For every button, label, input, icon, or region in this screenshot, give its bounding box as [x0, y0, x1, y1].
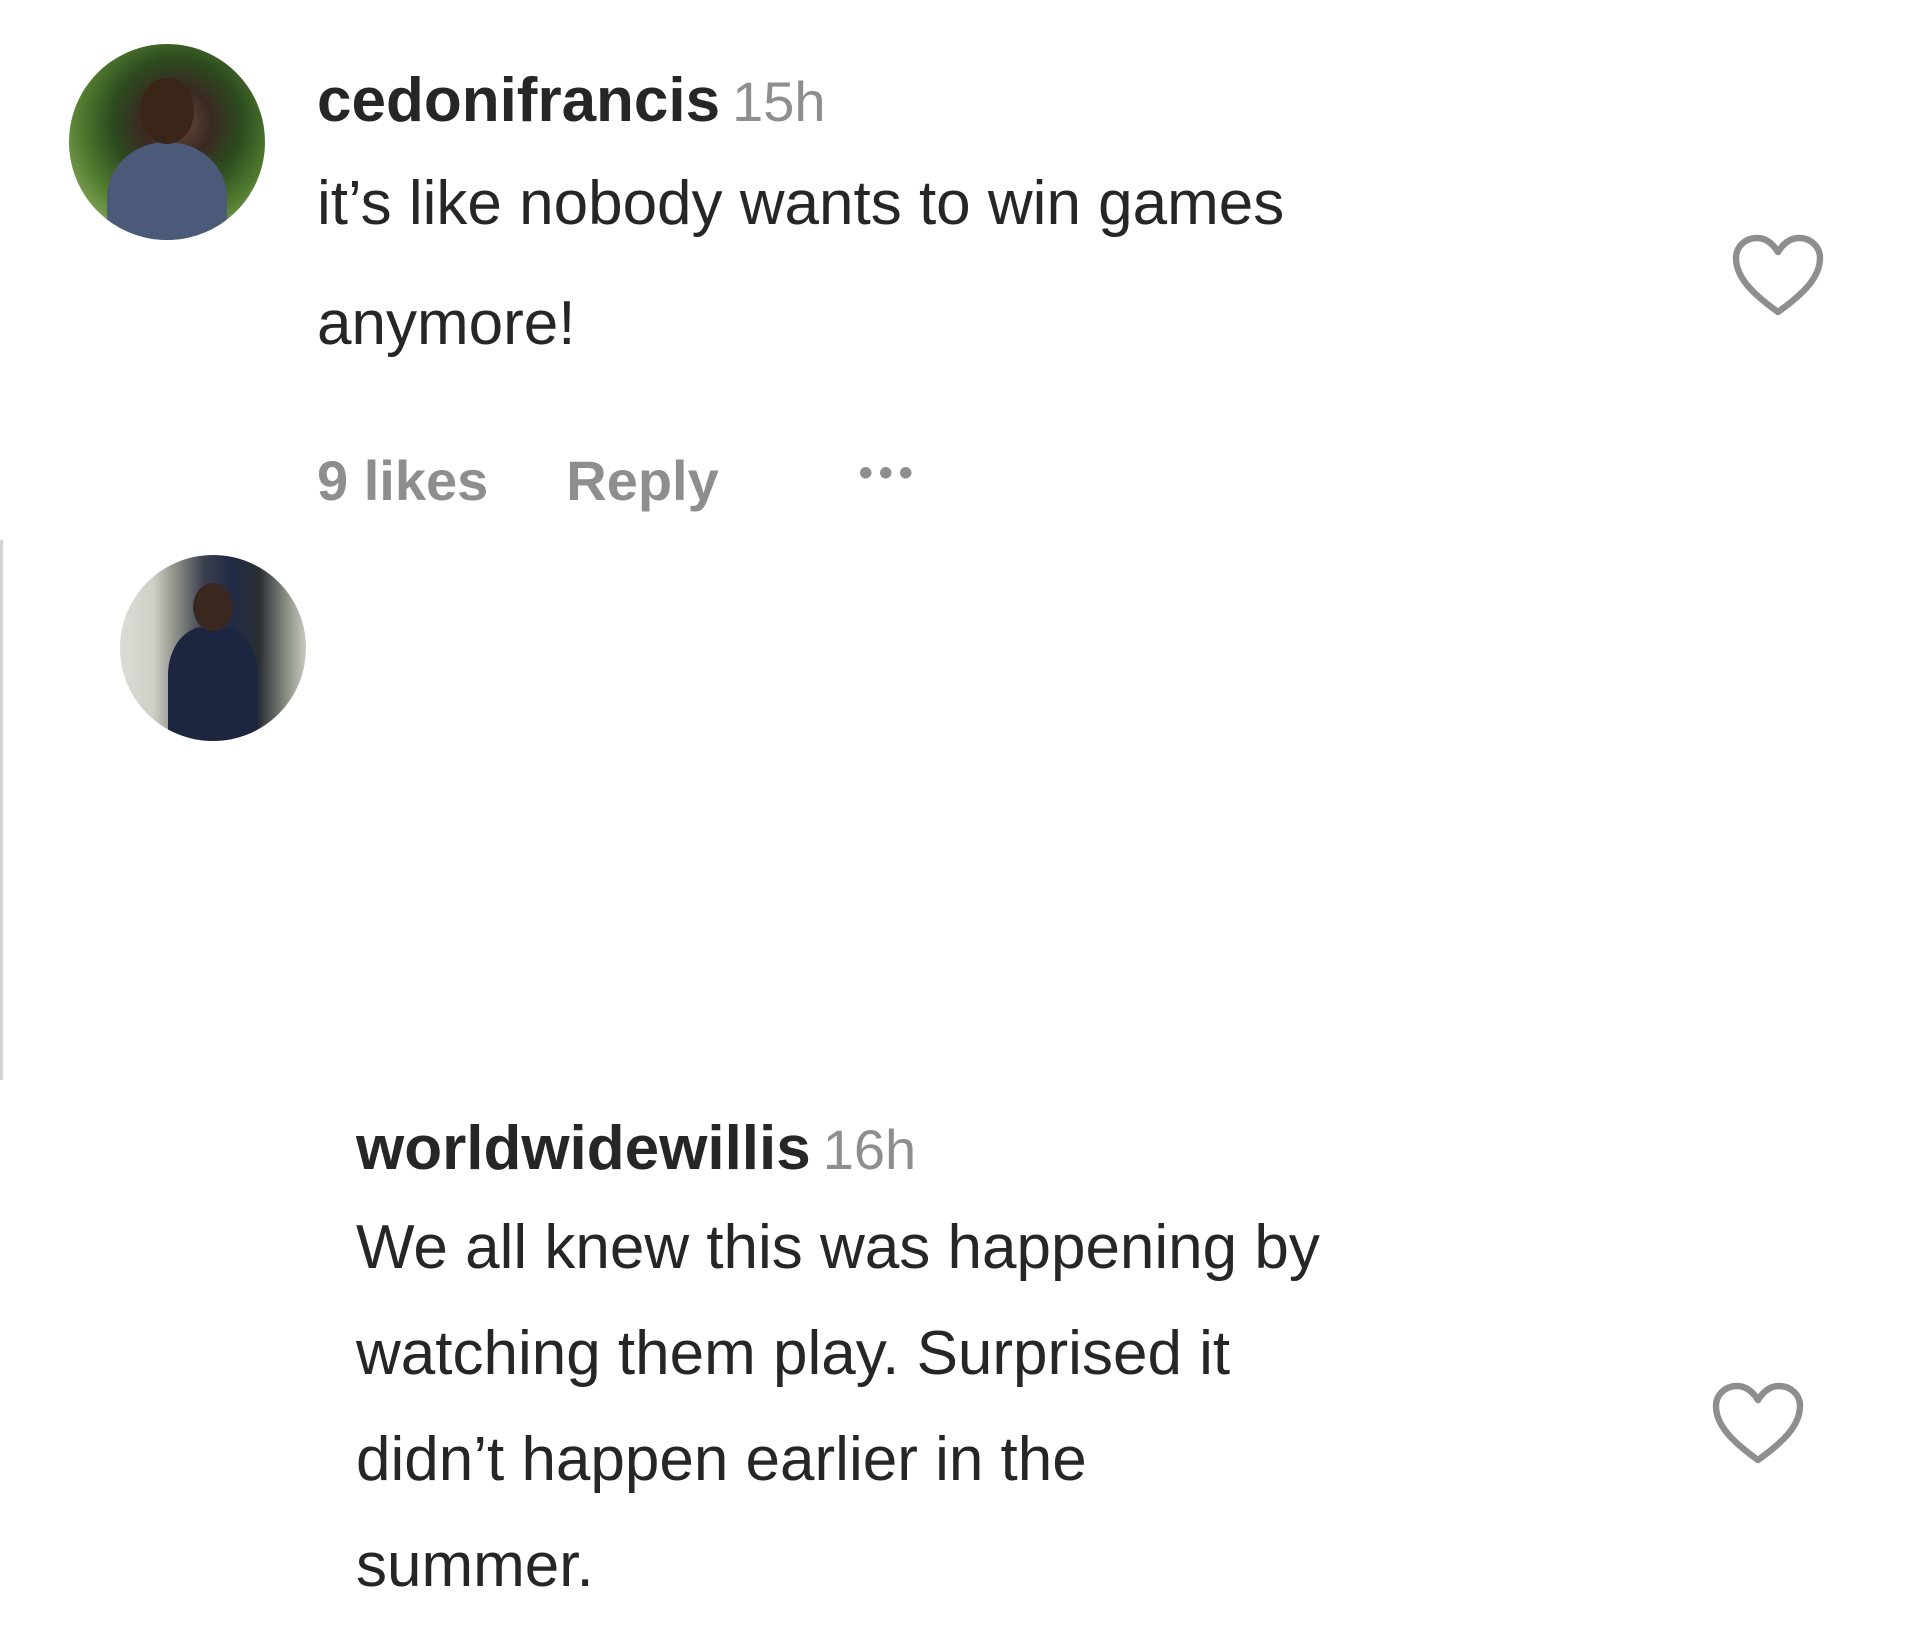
- reply-button[interactable]: Reply: [566, 453, 719, 509]
- comment-text: it’s like nobody wants to win games anym…: [317, 173, 1697, 413]
- comment-header: worldwidewillis 16h: [356, 1118, 916, 1180]
- avatar-figure-body: [168, 627, 258, 741]
- avatar-figure-head: [193, 583, 233, 631]
- timestamp[interactable]: 15h: [732, 70, 825, 133]
- comment-header: cedonifrancis 15h: [317, 70, 826, 132]
- avatar-figure-head: [140, 78, 194, 144]
- comment-item: cedonifrancis 15h it’s like nobody wants …: [0, 0, 1920, 535]
- avatar[interactable]: [69, 44, 265, 240]
- timestamp[interactable]: 16h: [823, 1118, 916, 1181]
- more-options-icon[interactable]: •••: [859, 453, 919, 493]
- reply-comment-item: worldwidewillis 16h We all knew this was …: [0, 540, 1920, 1597]
- heart-outline-icon[interactable]: [1730, 232, 1826, 318]
- avatar[interactable]: [120, 555, 306, 741]
- username-link[interactable]: worldwidewillis: [356, 1114, 811, 1183]
- comment-actions: 9 likes Reply •••: [317, 453, 919, 509]
- comment-text-line: didn’t happen earlier in the: [356, 1425, 1087, 1494]
- comment-text-line: it’s like nobody wants to win games: [317, 169, 1285, 238]
- heart-outline-icon[interactable]: [1710, 1380, 1806, 1466]
- comment-text-line: summer.: [356, 1531, 594, 1600]
- avatar-figure-body: [107, 142, 227, 240]
- likes-count-button[interactable]: 9 likes: [317, 453, 488, 509]
- comment-text-line: We all knew this was happening by: [356, 1213, 1320, 1282]
- comment-text-line: anymore!: [317, 289, 576, 358]
- username-link[interactable]: cedonifrancis: [317, 66, 720, 135]
- comment-text: We all knew this was happening by watchi…: [356, 1217, 1686, 1641]
- comment-text-line: watching them play. Surprised it: [356, 1319, 1231, 1388]
